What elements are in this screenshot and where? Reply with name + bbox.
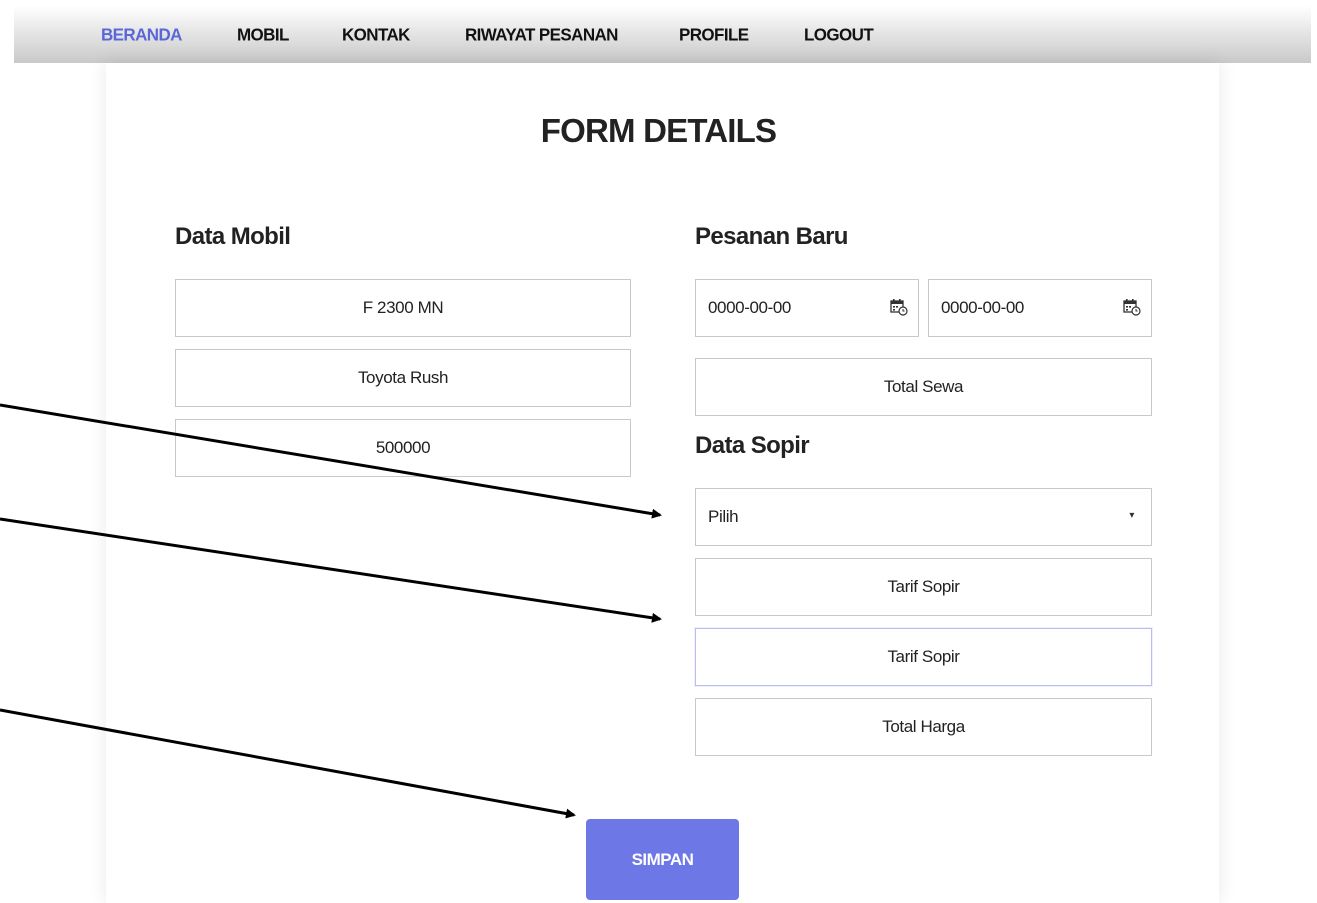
nav-riwayat-pesanan[interactable]: RIWAYAT PESANAN xyxy=(465,5,618,65)
end-date-value: 0000-00-00 xyxy=(941,298,1024,317)
sopir-select-value: Pilih xyxy=(708,507,739,526)
total-sewa-field[interactable]: Total Sewa xyxy=(695,358,1152,416)
data-mobil-heading: Data Mobil xyxy=(175,223,291,250)
start-date-input[interactable]: 0000-00-00 xyxy=(695,279,919,337)
model-field[interactable]: Toyota Rush xyxy=(175,349,631,407)
total-harga-field[interactable]: Total Harga xyxy=(695,698,1152,756)
top-nav: BERANDA MOBIL KONTAK RIWAYAT PESANAN PRO… xyxy=(14,6,1311,63)
tarif-sopir-field[interactable]: Tarif Sopir xyxy=(695,558,1152,616)
page: BERANDA MOBIL KONTAK RIWAYAT PESANAN PRO… xyxy=(0,0,1317,903)
tarif-sopir-field-2[interactable]: Tarif Sopir xyxy=(695,628,1152,686)
nav-beranda[interactable]: BERANDA xyxy=(101,5,182,65)
caret-down-icon: ▾ xyxy=(1129,510,1134,521)
nav-logout[interactable]: LOGOUT xyxy=(804,5,874,65)
nav-profile[interactable]: PROFILE xyxy=(679,5,749,65)
calendar-clock-icon[interactable] xyxy=(890,298,908,316)
end-date-input[interactable]: 0000-00-00 xyxy=(928,279,1152,337)
nav-mobil[interactable]: MOBIL xyxy=(237,5,289,65)
price-field[interactable]: 500000 xyxy=(175,419,631,477)
start-date-value: 0000-00-00 xyxy=(708,298,791,317)
calendar-clock-icon[interactable] xyxy=(1123,298,1141,316)
sopir-select[interactable]: Pilih ▾ xyxy=(695,488,1152,546)
nav-kontak[interactable]: KONTAK xyxy=(342,5,410,65)
plate-field[interactable]: F 2300 MN xyxy=(175,279,631,337)
data-sopir-heading: Data Sopir xyxy=(695,432,810,459)
page-title: FORM DETAILS xyxy=(540,112,777,149)
save-button[interactable]: SIMPAN xyxy=(586,819,739,900)
form-card xyxy=(106,63,1219,903)
pesanan-baru-heading: Pesanan Baru xyxy=(695,223,848,250)
